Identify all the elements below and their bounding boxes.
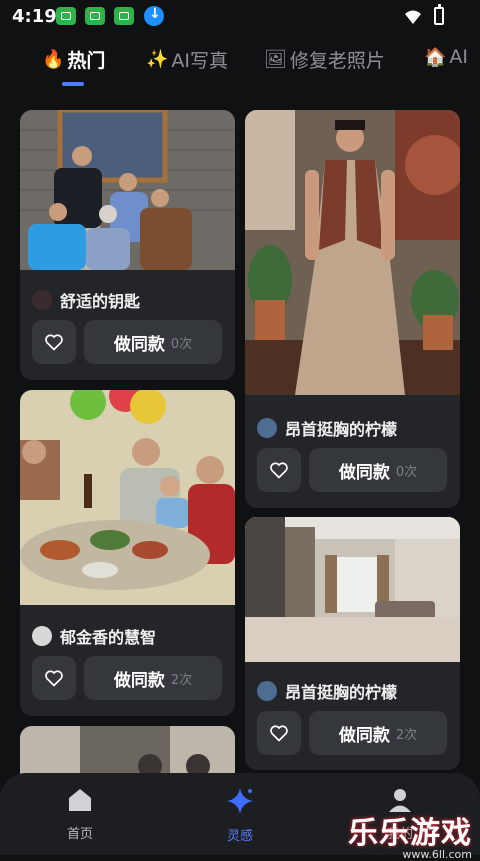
nav-inspiration[interactable]: 灵感 [200, 787, 280, 844]
usage-count: 2次 [395, 727, 418, 743]
active-tab-indicator [62, 82, 84, 86]
sparkle-icon [227, 788, 253, 814]
tab-label: 修复老照片 [289, 50, 385, 72]
avatar [257, 681, 277, 701]
card-title-text: 昂首挺胸的柠檬 [285, 683, 398, 702]
template-image [20, 390, 235, 605]
download-icon [144, 6, 164, 26]
notification-app-icon [114, 7, 134, 25]
tab-label: 热门 [67, 50, 106, 72]
template-image [245, 517, 460, 662]
usage-count: 2次 [170, 672, 193, 688]
picture-icon: 🖼 [264, 49, 287, 70]
notification-app-icon [56, 7, 76, 25]
card-title: 舒适的钥匙 [32, 288, 140, 312]
tab-label: AI [449, 46, 469, 68]
status-bar: 4:19 [0, 0, 480, 34]
heart-icon [270, 725, 288, 742]
card-title-text: 昂首挺胸的柠檬 [285, 420, 398, 439]
template-image [245, 110, 460, 395]
avatar [32, 626, 52, 646]
make-same-label: 做同款 [338, 462, 390, 483]
make-same-label: 做同款 [113, 670, 165, 691]
card-title-text: 舒适的钥匙 [60, 292, 141, 311]
usage-count: 0次 [170, 336, 193, 352]
house-icon: 🏠 [424, 46, 447, 68]
card-title-text: 郁金香的慧智 [60, 628, 157, 647]
battery-icon [434, 4, 444, 25]
like-button[interactable] [257, 711, 301, 755]
nav-home[interactable]: 首页 [40, 787, 120, 842]
card-title: 昂首挺胸的柠檬 [257, 416, 397, 440]
heart-icon [270, 462, 288, 479]
tab-ai[interactable]: 🏠 AI [424, 46, 468, 68]
notification-app-icon [85, 7, 105, 25]
like-button[interactable] [32, 656, 76, 700]
make-same-button[interactable]: 做同款 2次 [309, 711, 447, 755]
tab-hot[interactable]: 🔥 热门 [42, 46, 105, 73]
tab-restore-old-photos[interactable]: 🖼 修复老照片 [264, 46, 385, 73]
make-same-label: 做同款 [338, 725, 390, 746]
like-button[interactable] [32, 320, 76, 364]
tab-label: AI写真 [171, 50, 229, 72]
heart-icon [45, 670, 63, 687]
wifi-icon [405, 10, 421, 24]
sparkle-icon: ✨ [146, 49, 169, 70]
home-icon [69, 789, 91, 811]
usage-count: 0次 [395, 464, 418, 480]
nav-label: 首页 [66, 827, 93, 842]
like-button[interactable] [257, 448, 301, 492]
category-tabs: 🔥 热门 ✨ AI写真 🖼 修复老照片 🏠 AI [0, 40, 480, 90]
make-same-button[interactable]: 做同款 0次 [309, 448, 447, 492]
nav-label: 灵感 [226, 829, 253, 844]
card-title: 郁金香的慧智 [32, 624, 156, 648]
template-card[interactable]: 郁金香的慧智 做同款 2次 [20, 390, 235, 716]
make-same-button[interactable]: 做同款 0次 [84, 320, 222, 364]
template-card[interactable]: 昂首挺胸的柠檬 做同款 2次 [245, 517, 460, 770]
template-card[interactable]: 昂首挺胸的柠檬 做同款 0次 [245, 110, 460, 508]
template-card[interactable]: 舒适的钥匙 做同款 0次 [20, 110, 235, 380]
card-title: 昂首挺胸的柠檬 [257, 679, 397, 703]
heart-icon [45, 334, 63, 351]
avatar [257, 418, 277, 438]
make-same-button[interactable]: 做同款 2次 [84, 656, 222, 700]
status-time: 4:19 [12, 6, 57, 27]
fire-icon: 🔥 [42, 49, 65, 70]
template-image [20, 110, 235, 270]
avatar [32, 290, 52, 310]
make-same-label: 做同款 [113, 334, 165, 355]
tab-ai-portrait[interactable]: ✨ AI写真 [146, 46, 228, 73]
watermark-title: 乐乐游戏 [348, 816, 472, 851]
watermark: 乐乐游戏 www.6ll.com [348, 808, 472, 861]
